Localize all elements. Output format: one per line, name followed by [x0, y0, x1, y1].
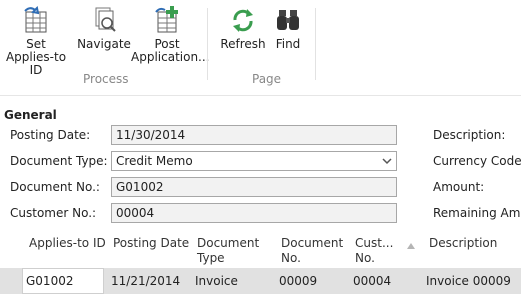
post-application-button[interactable]: Post Application... [131, 6, 210, 64]
header-text: No. [281, 251, 301, 265]
description-label: Description: [433, 128, 506, 142]
posting-date-label: Posting Date: [10, 128, 91, 142]
sort-ascending-icon [407, 243, 415, 249]
cell-posting-date: 11/21/2014 [111, 274, 181, 288]
cell-description: Invoice 00009 [426, 274, 511, 288]
document-type-label: Document Type: [10, 154, 108, 168]
refresh-icon [230, 6, 256, 34]
header-text: Cust... [355, 236, 394, 250]
header-text: Document [281, 236, 344, 250]
navigate-icon [91, 6, 117, 34]
post-button-line2: Application... [131, 50, 210, 64]
document-type-select[interactable]: Credit Memo [111, 151, 397, 171]
set-button-line2: Applies-to ID [5, 50, 67, 77]
group-label-process: Process [83, 72, 129, 86]
find-button[interactable]: Find [271, 6, 305, 51]
column-header-document-type[interactable]: Document Type [197, 236, 259, 266]
navigate-button[interactable]: Navigate [76, 6, 132, 51]
document-type-value: Credit Memo [116, 154, 193, 168]
set-applies-to-icon [23, 5, 49, 34]
customer-no-field[interactable]: 00004 [111, 203, 397, 223]
ribbon: Set Applies-to ID Navigate Post Applicat… [0, 0, 521, 88]
cell-document-type: Invoice [195, 274, 238, 288]
refresh-button[interactable]: Refresh [218, 6, 268, 51]
header-text: Applies-to ID [29, 236, 106, 250]
header-text: Document [197, 236, 260, 250]
refresh-button-label: Refresh [220, 37, 266, 51]
column-header-posting-date[interactable]: Posting Date [113, 236, 189, 251]
posting-date-field[interactable]: 11/30/2014 [111, 125, 397, 145]
document-no-field[interactable]: G01002 [111, 177, 397, 197]
document-no-label: Document No.: [10, 180, 100, 194]
customer-no-label: Customer No.: [10, 206, 97, 220]
find-icon [275, 6, 301, 34]
post-application-icon [154, 6, 180, 34]
amount-label: Amount: [433, 180, 485, 194]
table-row[interactable]: G01002 11/21/2014 Invoice 00009 00004 In… [0, 268, 521, 294]
header-text: No. [355, 251, 375, 265]
column-header-customer-no[interactable]: Cust... No. [355, 236, 393, 266]
group-label-page: Page [252, 72, 282, 86]
cell-customer-no: 00004 [353, 274, 392, 288]
ribbon-separator [207, 8, 208, 80]
header-text: Posting Date [113, 236, 190, 250]
remaining-amount-label: Remaining Amou [433, 206, 521, 220]
navigate-button-label: Navigate [77, 37, 131, 51]
find-button-label: Find [275, 37, 301, 51]
cell-document-no: 00009 [279, 274, 318, 288]
column-header-description[interactable]: Description [429, 236, 497, 251]
column-header-applies-to-id[interactable]: Applies-to ID [29, 236, 106, 251]
header-text: Type [197, 251, 225, 265]
currency-code-label: Currency Code: [433, 154, 521, 168]
set-applies-to-id-button[interactable]: Set Applies-to ID [2, 5, 70, 77]
chevron-down-icon[interactable] [382, 155, 392, 165]
section-title-general: General [4, 108, 57, 122]
ribbon-separator [315, 8, 316, 80]
cell-applies-to-id: G01002 [26, 274, 74, 288]
column-header-document-no[interactable]: Document No. [281, 236, 343, 266]
ribbon-divider [0, 95, 521, 96]
header-text: Description [429, 236, 498, 250]
